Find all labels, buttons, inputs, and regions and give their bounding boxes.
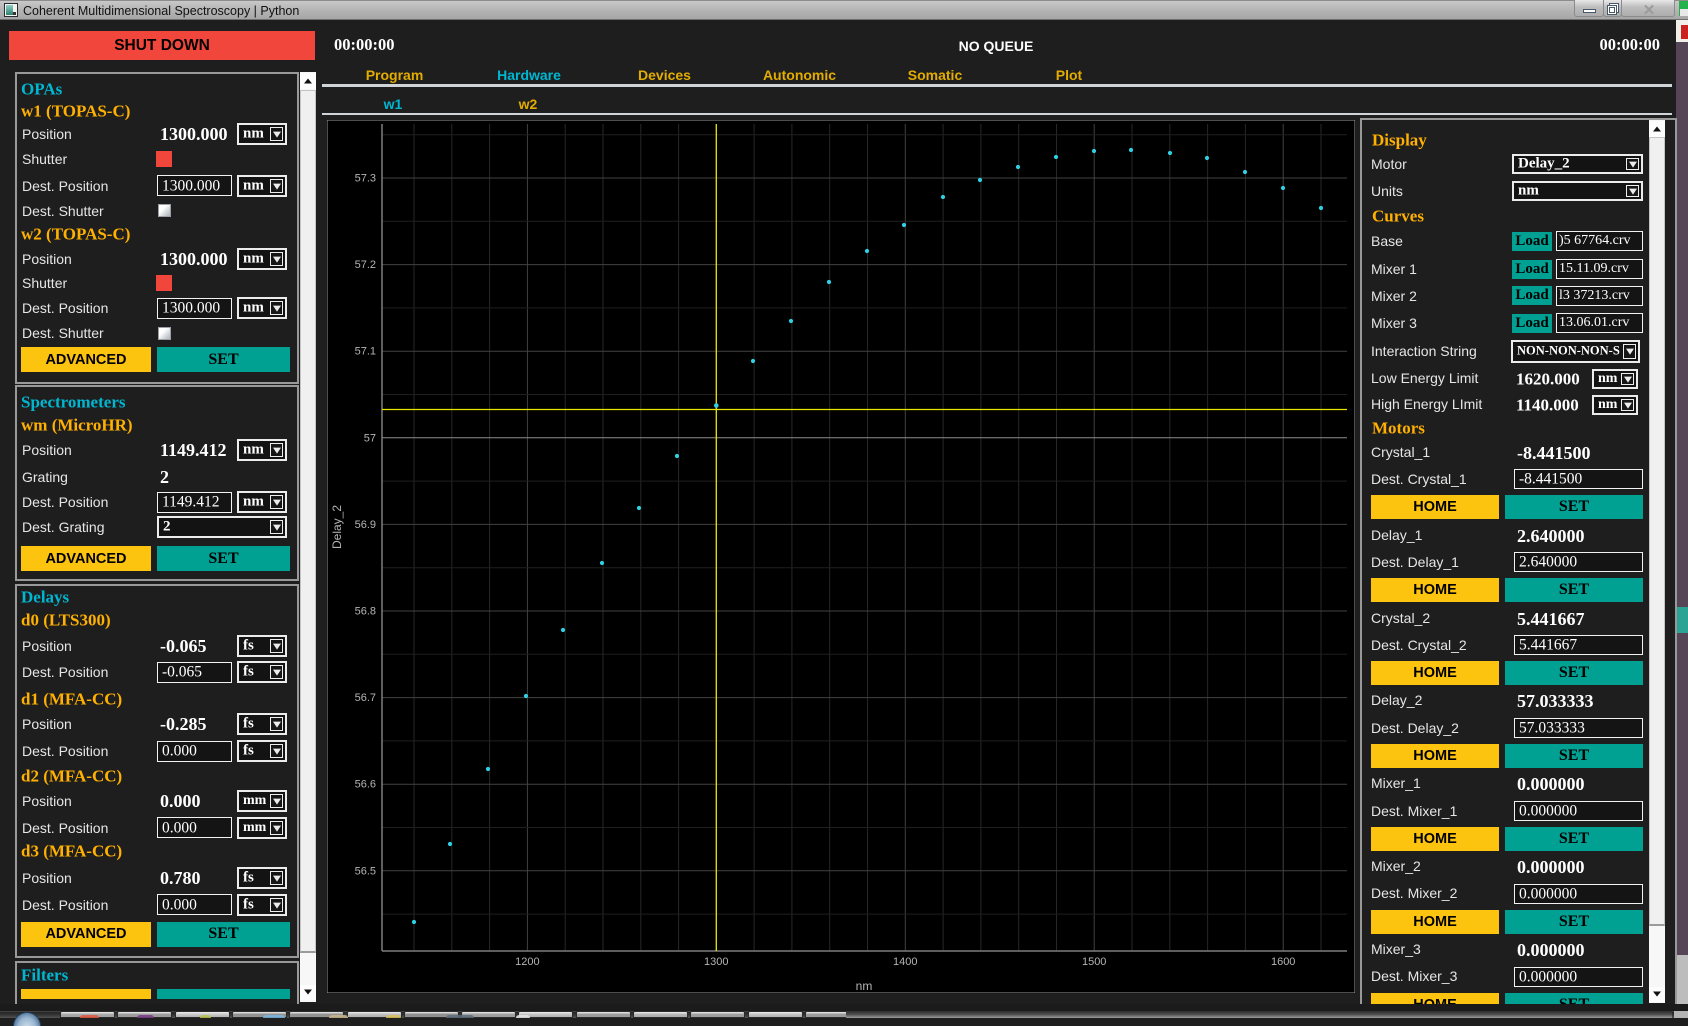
svg-text:56.8: 56.8 — [355, 606, 376, 618]
svg-text:56.9: 56.9 — [355, 519, 376, 531]
svg-text:56.7: 56.7 — [355, 692, 376, 704]
svg-text:57.1: 57.1 — [355, 346, 376, 358]
svg-text:nm: nm — [856, 979, 873, 993]
svg-text:1400: 1400 — [893, 956, 917, 968]
svg-text:1300: 1300 — [704, 956, 728, 968]
svg-text:1500: 1500 — [1082, 956, 1106, 968]
svg-text:1200: 1200 — [515, 956, 539, 968]
svg-text:1600: 1600 — [1271, 956, 1295, 968]
svg-text:56.6: 56.6 — [355, 779, 376, 791]
svg-text:57.2: 57.2 — [355, 259, 376, 271]
svg-text:Delay_2: Delay_2 — [330, 505, 344, 549]
svg-text:57.3: 57.3 — [355, 173, 376, 185]
svg-text:56.5: 56.5 — [355, 865, 376, 877]
svg-text:57: 57 — [364, 432, 376, 444]
